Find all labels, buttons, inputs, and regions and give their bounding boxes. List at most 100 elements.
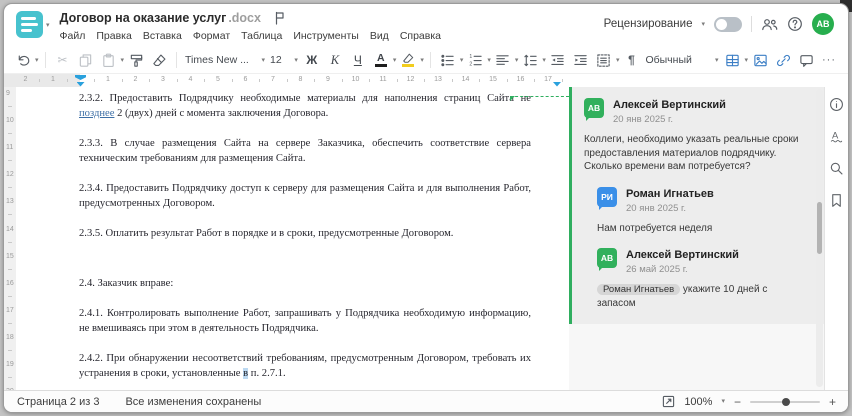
fit-page-icon[interactable]: [662, 395, 675, 408]
app-window: Договор на оказание услуг .docx Файл Прав…: [3, 3, 849, 413]
help-icon[interactable]: [787, 16, 803, 32]
ruler-tick: [424, 79, 426, 82]
empty-paragraph[interactable]: [79, 256, 531, 261]
paragraph[interactable]: 2.3.3. В случае размещения Сайта на серв…: [79, 136, 531, 166]
document-title: Договор на оказание услуг: [59, 10, 227, 25]
user-avatar[interactable]: АВ: [812, 13, 834, 35]
font-size-select[interactable]: 12: [268, 50, 300, 70]
copy-button[interactable]: [75, 50, 97, 70]
review-mode-chevron-icon[interactable]: [701, 21, 705, 28]
text-run: 2.3.2. Предоставить Подрядчику необходим…: [79, 93, 531, 104]
font-color-icon: А: [374, 53, 387, 68]
ruler-tick: [204, 79, 206, 82]
review-toggle[interactable]: [714, 16, 742, 32]
align-button[interactable]: [492, 50, 514, 70]
right-indent-marker[interactable]: [553, 82, 561, 87]
clear-format-button[interactable]: [148, 50, 170, 70]
ruler-tick: [231, 79, 233, 82]
comment[interactable]: АВ Алексей Вертинский 20 янв 2025 г. Коллег…: [584, 98, 802, 174]
underline-button[interactable]: Ч: [347, 50, 369, 70]
paragraph[interactable]: 2.3.5. Оплатить результат Работ в порядк…: [79, 226, 531, 241]
paragraph[interactable]: 2.3.4. Предоставить Подрядчику доступ к …: [79, 181, 531, 211]
paragraph-style-select[interactable]: Обычный: [643, 50, 720, 70]
menu-item-Таблица[interactable]: Таблица: [241, 30, 282, 42]
menu-item-Формат[interactable]: Формат: [193, 30, 230, 42]
zoom-chevron-icon[interactable]: [721, 398, 725, 405]
decrease-indent-button[interactable]: [547, 50, 569, 70]
paragraph[interactable]: 2.3.2. Предоставить Подрядчику необходим…: [79, 91, 531, 121]
menu-item-Файл[interactable]: Файл: [60, 30, 86, 42]
comment-date: 20 янв 2025 г.: [626, 202, 687, 214]
document-text[interactable]: 2.3.2. Предоставить Подрядчику необходим…: [79, 91, 531, 390]
increase-indent-button[interactable]: [570, 50, 592, 70]
paragraph-spacing-chevron-icon[interactable]: [616, 57, 620, 64]
numbered-list-button[interactable]: 1 2: [464, 50, 486, 70]
cut-button[interactable]: ✂: [52, 50, 74, 70]
menu-item-Вид[interactable]: Вид: [370, 30, 389, 42]
info-icon[interactable]: [829, 97, 844, 112]
comments-scrollbar-handle[interactable]: [817, 202, 822, 254]
numbered-list-chevron-icon[interactable]: [487, 57, 491, 64]
highlight-color-button[interactable]: [397, 50, 419, 70]
format-painter-button[interactable]: [125, 50, 147, 70]
paragraph[interactable]: 2.4.2. При обнаружении несоответствий тр…: [79, 351, 531, 381]
favorite-flag-icon[interactable]: [273, 11, 286, 25]
bullet-list-button[interactable]: [437, 50, 459, 70]
italic-button[interactable]: К: [324, 50, 346, 70]
undo-dropdown-chevron-icon[interactable]: [35, 57, 39, 64]
insert-table-chevron-icon[interactable]: [744, 57, 748, 64]
bookmark-icon[interactable]: [829, 193, 844, 208]
font-color-button[interactable]: А: [370, 50, 392, 70]
save-status: Все изменения сохранены: [125, 395, 262, 408]
collaboration-icon[interactable]: [761, 17, 778, 32]
paragraph[interactable]: 2.4. Заказчик вправе:: [79, 276, 531, 291]
comments-scrollbar[interactable]: [816, 89, 823, 387]
zoom-out-button[interactable]: −: [734, 396, 741, 408]
menu-item-Правка[interactable]: Правка: [96, 30, 131, 42]
paste-dropdown-chevron-icon[interactable]: [121, 57, 125, 64]
paragraph[interactable]: 2.4.1. Контролировать выполнение Работ, …: [79, 306, 531, 336]
zoom-in-button[interactable]: +: [829, 396, 836, 408]
comment-reply[interactable]: АВ Алексей Вертинский 26 май 2025 г. Роман …: [597, 248, 802, 310]
align-chevron-icon[interactable]: [515, 57, 519, 64]
bold-button[interactable]: Ж: [301, 50, 323, 70]
menu-item-Вставка[interactable]: Вставка: [143, 30, 182, 42]
toolbar: ✂ Times New ... 12: [4, 47, 848, 74]
insert-comment-button[interactable]: [795, 50, 817, 70]
copy-icon: [79, 53, 92, 67]
search-icon[interactable]: [829, 161, 844, 176]
header-divider: [751, 16, 752, 32]
zoom-slider[interactable]: [749, 397, 820, 406]
line-spacing-chevron-icon[interactable]: [542, 57, 546, 64]
line-spacing-icon: [524, 54, 537, 66]
app-menu-chevron-icon[interactable]: [46, 22, 50, 29]
insert-table-button[interactable]: [721, 50, 743, 70]
zoom-value[interactable]: 100%: [684, 396, 712, 408]
ruler-number: 10: [6, 117, 14, 125]
app-logo[interactable]: [16, 11, 43, 38]
font-family-select[interactable]: Times New ...: [183, 50, 267, 70]
ruler-number: 15: [6, 252, 14, 260]
review-mode-label[interactable]: Рецензирование: [604, 18, 693, 30]
line-spacing-button[interactable]: [519, 50, 541, 70]
spellcheck-icon[interactable]: А: [829, 129, 844, 144]
menu-item-Инструменты[interactable]: Инструменты: [293, 30, 358, 42]
page-counter[interactable]: Страница 2 из 3: [17, 396, 99, 408]
comment-reply[interactable]: РИ Роман Игнатьев 20 янв 2025 г. Нам потреб…: [597, 186, 802, 236]
comment-thread-card[interactable]: АВ Алексей Вертинский 20 янв 2025 г. Коллег…: [569, 87, 824, 324]
document-page[interactable]: 2.3.2. Предоставить Подрядчику необходим…: [16, 87, 569, 390]
highlight-color-chevron-icon[interactable]: [420, 57, 424, 64]
more-tools-button[interactable]: ···: [818, 50, 840, 70]
undo-button[interactable]: [12, 50, 34, 70]
paragraph-spacing-button[interactable]: [593, 50, 615, 70]
mention-badge: Роман Игнатьев: [597, 284, 681, 295]
paste-button[interactable]: [98, 50, 120, 70]
header: Договор на оказание услуг .docx Файл Прав…: [4, 4, 848, 47]
insert-image-button[interactable]: [749, 50, 771, 70]
show-formatting-button[interactable]: ¶: [620, 50, 642, 70]
menu-item-Справка[interactable]: Справка: [400, 30, 441, 42]
bullet-list-chevron-icon[interactable]: [460, 57, 464, 64]
zoom-slider-thumb[interactable]: [781, 397, 790, 406]
insert-link-button[interactable]: [772, 50, 794, 70]
font-color-chevron-icon[interactable]: [393, 57, 397, 64]
